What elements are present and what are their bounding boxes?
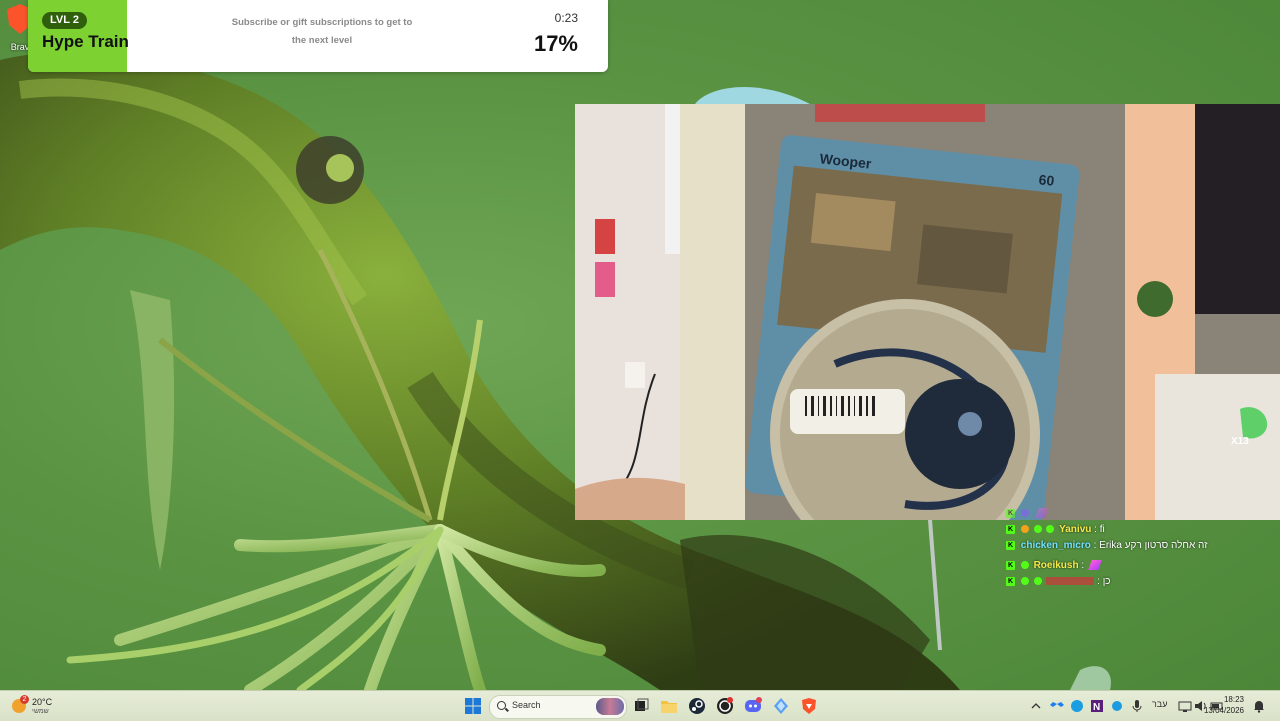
input-language[interactable]: עבר bbox=[1152, 699, 1167, 709]
hype-train-title: Hype Train bbox=[42, 32, 129, 51]
chat-message: K bbox=[1006, 506, 1278, 522]
chat-username: chicken_micro bbox=[1020, 540, 1091, 551]
chat-text: : bbox=[1078, 560, 1087, 571]
discord-icon[interactable] bbox=[744, 697, 762, 715]
chat-text: : כן bbox=[1094, 576, 1111, 587]
verified-badge-icon bbox=[1033, 525, 1042, 534]
search-highlight-thumbnail bbox=[596, 698, 624, 715]
windows-start-icon[interactable] bbox=[464, 697, 482, 715]
taskbar-search-box[interactable]: Search bbox=[489, 695, 627, 719]
weather-temp: 20°C bbox=[32, 697, 53, 707]
task-view-icon[interactable] bbox=[632, 697, 650, 715]
chat-message: K chicken_micro : Erika זה אחלה סרטון רק… bbox=[1006, 538, 1278, 554]
notification-bell-icon[interactable] bbox=[1252, 697, 1266, 715]
kick-icon: K bbox=[1006, 508, 1015, 518]
emote-icon bbox=[1088, 560, 1102, 571]
chat-message: K Yanivu : fi bbox=[1006, 522, 1278, 538]
svg-text:N: N bbox=[1093, 702, 1100, 713]
chat-message: K Roeikush : bbox=[1006, 558, 1278, 574]
hype-train-percent: 17% bbox=[533, 31, 578, 56]
hype-train-timer: 0:23 bbox=[554, 11, 578, 25]
file-explorer-icon[interactable] bbox=[660, 697, 678, 715]
microphone-icon[interactable] bbox=[1130, 697, 1144, 715]
clock-time: 18:23 bbox=[1223, 695, 1244, 704]
steam-icon[interactable] bbox=[688, 697, 706, 715]
notion-icon[interactable]: N bbox=[1090, 697, 1104, 715]
webcam-feed: Wooper 60 X13 bbox=[575, 104, 1280, 520]
show-desktop-button[interactable] bbox=[1276, 691, 1280, 721]
chat-overlay: K K Yanivu : fi K chicken_micro : Erika … bbox=[1006, 508, 1278, 590]
chevron-up-icon[interactable] bbox=[1030, 697, 1042, 715]
weather-widget[interactable]: 2 20°C שמשי bbox=[12, 695, 72, 717]
card-hp: 60 bbox=[1038, 171, 1055, 189]
kick-icon: K bbox=[1006, 560, 1015, 570]
app-diamond-icon[interactable] bbox=[772, 697, 790, 715]
chat-username: Roeikush bbox=[1033, 560, 1079, 571]
chat-username: Yanivu bbox=[1059, 524, 1092, 535]
gift-badge-icon bbox=[1033, 577, 1042, 586]
weather-alert-badge: 2 bbox=[20, 695, 29, 704]
gift-badge-icon bbox=[1046, 525, 1055, 534]
chat-text: : fi bbox=[1091, 524, 1105, 535]
dropbox-icon[interactable] bbox=[1050, 697, 1064, 715]
cloud-sync-icon[interactable] bbox=[1110, 697, 1124, 715]
kick-icon: K bbox=[1006, 576, 1015, 586]
brave-browser-icon[interactable] bbox=[800, 697, 818, 715]
network-icon[interactable] bbox=[1178, 697, 1192, 715]
chat-text: : Erika זה אחלה סרטון רקע bbox=[1090, 540, 1208, 551]
hype-train-widget: LVL 2 Hype Train Subscribe or gift subsc… bbox=[28, 0, 608, 72]
search-icon bbox=[497, 701, 506, 710]
kick-icon: K bbox=[1006, 540, 1015, 550]
subscriber-badge-icon bbox=[1020, 525, 1029, 534]
taskbar: 2 20°C שמשי Search N עבר 18:23 13/04/202… bbox=[0, 690, 1280, 721]
chat-message: K : כן bbox=[1006, 574, 1278, 590]
clock-date: 13/04/2026 bbox=[1203, 706, 1244, 715]
verified-badge-icon bbox=[1020, 577, 1029, 586]
edge-icon[interactable] bbox=[1070, 697, 1084, 715]
search-placeholder: Search bbox=[512, 700, 541, 710]
verified-badge-icon bbox=[1020, 561, 1029, 570]
chat-username bbox=[1046, 577, 1095, 586]
hype-train-description: Subscribe or gift subscriptions to get t… bbox=[231, 17, 413, 46]
taskbar-clock[interactable]: 18:23 13/04/2026 bbox=[1204, 694, 1244, 716]
hype-train-level-badge: LVL 2 bbox=[42, 12, 87, 29]
kick-icon: K bbox=[1006, 524, 1015, 534]
obs-icon[interactable] bbox=[716, 697, 734, 715]
weather-condition: שמשי bbox=[32, 708, 49, 715]
svg-text:X13: X13 bbox=[1231, 436, 1249, 447]
